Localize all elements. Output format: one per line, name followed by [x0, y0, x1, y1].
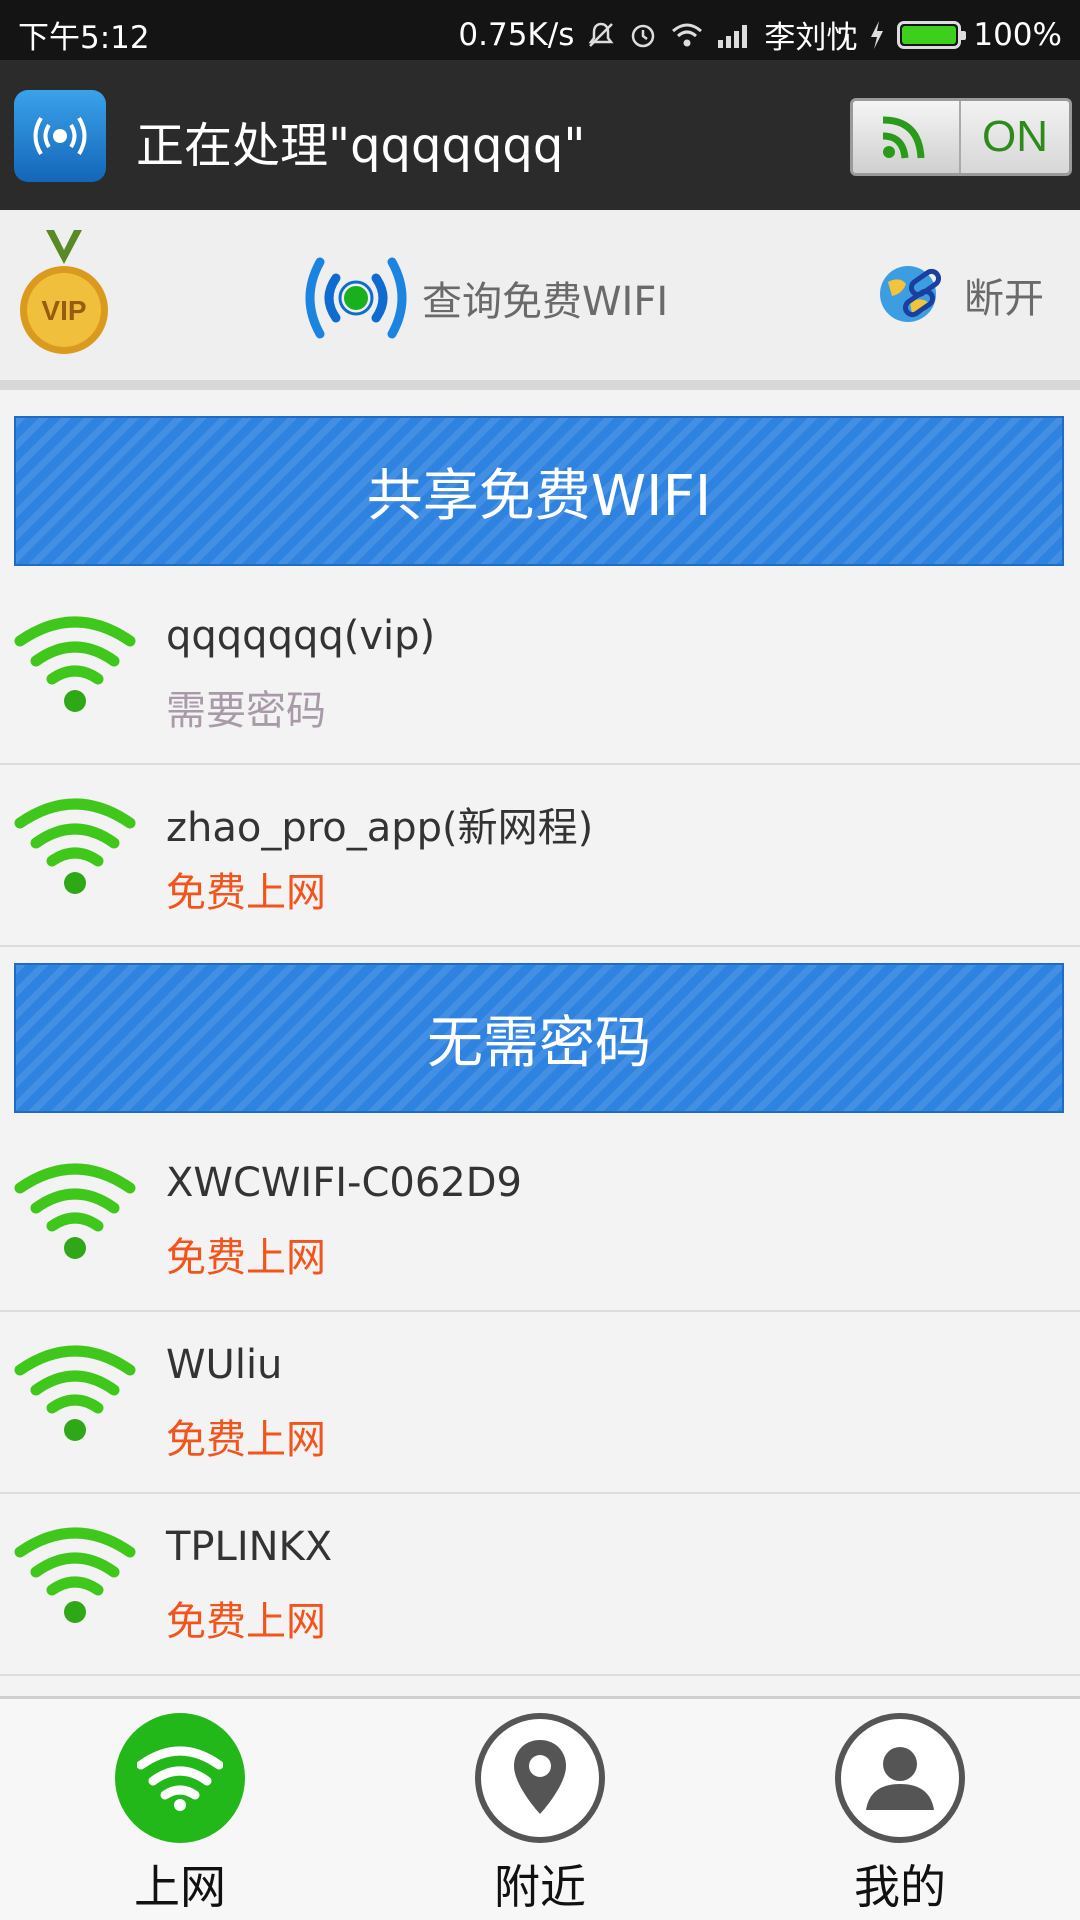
wifi-status: 免费上网 [166, 1235, 326, 1281]
status-right: 0.75K/s 李刘忱 100% [458, 12, 1062, 57]
page-title: 正在处理"qqqqqqq" [136, 118, 586, 174]
wifi-green-icon [14, 1527, 136, 1623]
wifi-green-icon [14, 616, 136, 712]
wifi-list-item[interactable]: WUliu 免费上网 [0, 1312, 1080, 1494]
wifi-icon [115, 1713, 245, 1843]
wifi-radar-icon [305, 257, 407, 339]
bottom-nav: 上网 附近 我的 [0, 1696, 1080, 1920]
status-time: 下午5:12 [18, 20, 150, 56]
vip-medal-icon[interactable]: VIP [16, 230, 112, 360]
wifi-green-icon [14, 798, 136, 894]
wifi-status: 免费上网 [166, 870, 326, 916]
wifi-list-item[interactable]: XWCWIFI-C062D9 免费上网 [0, 1130, 1080, 1312]
wifi-name: qqqqqqq(vip) [166, 613, 436, 659]
wifi-name: WUliu [166, 1342, 283, 1388]
nav-tab-label: 我的 [854, 1860, 946, 1914]
connection-toggle[interactable]: ON [850, 98, 1072, 176]
wifi-name: TPLINKX [166, 1524, 333, 1570]
alarm-icon [628, 20, 658, 50]
wifi-status: 免费上网 [166, 1417, 326, 1463]
wifi-list-item[interactable]: qqqqqqq(vip) 需要密码 [0, 583, 1080, 765]
disconnect-label: 断开 [964, 276, 1044, 322]
globe-disconnect-icon [880, 266, 942, 322]
wifi-list-item[interactable]: TPLINKX 免费上网 [0, 1494, 1080, 1676]
charging-icon [869, 20, 885, 49]
section-banner-shared-free-wifi: 共享免费WIFI [14, 416, 1064, 566]
nav-tab-nearby[interactable]: 附近 [360, 1699, 720, 1920]
nav-tab-label: 上网 [134, 1860, 226, 1914]
query-free-wifi-button[interactable]: 查询免费WIFI [300, 250, 668, 346]
wifi-name: XWCWIFI-C062D9 [166, 1160, 522, 1206]
wifi-list-item[interactable]: zhao_pro_app(新网程) 免费上网 [0, 765, 1080, 947]
wifi-name: zhao_pro_app(新网程) [166, 805, 594, 851]
cell-signal-icon [716, 22, 752, 48]
network-speed: 0.75K/s [458, 16, 575, 53]
action-bar: VIP 查询免费WIFI 断开 [0, 210, 1080, 390]
wifi-status: 需要密码 [166, 688, 326, 734]
nav-tab-mine[interactable]: 我的 [720, 1699, 1080, 1920]
wifi-green-icon [14, 1345, 136, 1441]
wifi-status: 免费上网 [166, 1599, 326, 1645]
rss-signal-icon [853, 101, 961, 173]
title-bar: 正在处理"qqqqqqq" ON [0, 60, 1080, 210]
wifi-signal-icon [670, 21, 704, 49]
section-banner-no-password: 无需密码 [14, 963, 1064, 1113]
nav-tab-label: 附近 [494, 1860, 586, 1914]
toggle-state-label: ON [961, 101, 1069, 173]
location-pin-icon [475, 1713, 605, 1843]
query-free-wifi-label: 查询免费WIFI [422, 279, 669, 325]
battery-percent: 100% [973, 16, 1062, 53]
carrier-name: 李刘忱 [764, 20, 858, 56]
app-logo-icon [14, 90, 106, 182]
disconnect-button[interactable]: 断开 [876, 262, 1044, 328]
battery-icon [897, 20, 967, 49]
user-icon [835, 1713, 965, 1843]
nav-tab-internet[interactable]: 上网 [0, 1699, 360, 1920]
mute-icon [586, 20, 616, 50]
vip-text: VIP [41, 295, 86, 326]
wifi-green-icon [14, 1163, 136, 1259]
status-bar: 下午5:12 0.75K/s 李刘忱 100% [0, 0, 1080, 60]
